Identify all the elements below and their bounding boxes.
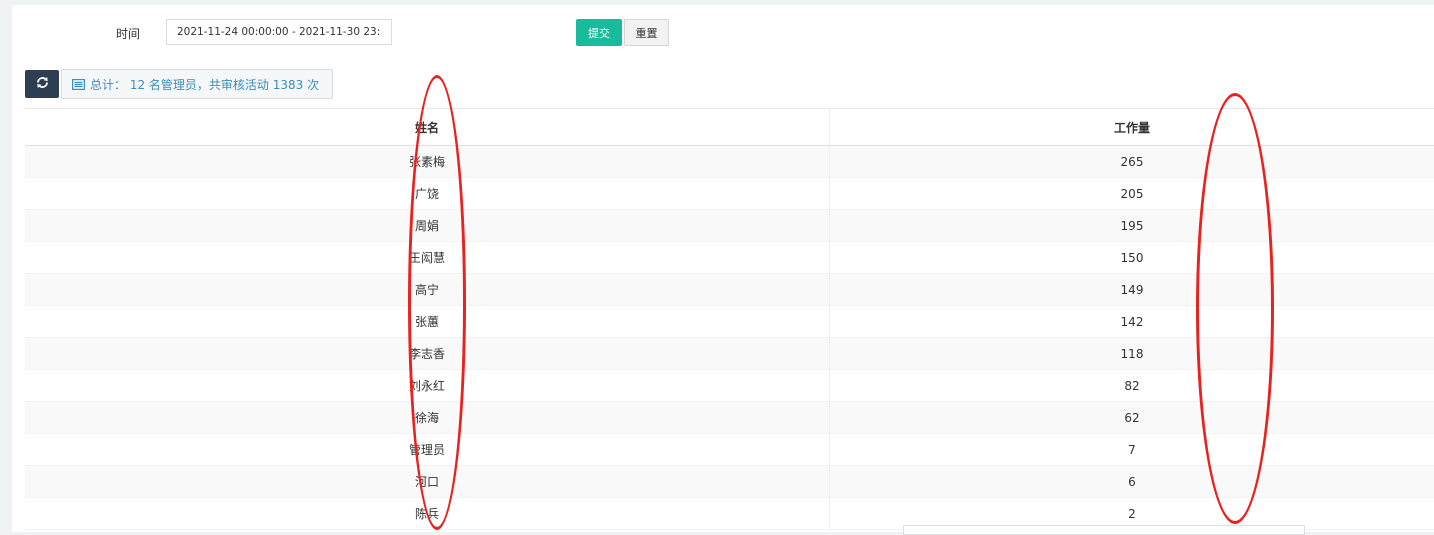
time-label: 时间 [116,27,141,41]
summary-badge: 总计： 12 名管理员，共审核活动 1383 次 [61,69,333,99]
workload-cell: 195 [1120,218,1144,233]
name-cell: 管理员 [25,434,830,465]
name-cell: 刘永红 [25,370,830,401]
table-body: 张素梅 265 广饶 205 周娟 195 王闳慧 150 高宁 149 张蕙 142 李志… [25,146,1434,530]
workload-cell: 149 [1120,282,1144,297]
name-cell: 张素梅 [25,146,830,177]
workload-cell: 118 [1120,346,1144,361]
table-row: 徐海 62 [25,402,1434,434]
workload-cell: 7 [1128,442,1136,457]
table-row: 张蕙 142 [25,306,1434,338]
workload-cell: 265 [1120,154,1144,169]
name-cell: 高宁 [25,274,830,305]
submit-button[interactable]: 提交 [576,19,622,46]
name-cell: 周娟 [25,210,830,241]
name-cell: 王闳慧 [25,242,830,273]
reset-button[interactable]: 重置 [624,19,669,46]
column-header-workload[interactable]: 工作量 [830,109,1434,145]
date-range-input[interactable] [166,19,392,45]
table-row: 王闳慧 150 [25,242,1434,274]
column-header-name[interactable]: 姓名 [25,109,830,145]
workload-cell: 82 [1124,378,1140,393]
workload-cell: 205 [1120,186,1144,201]
table-row: 周娟 195 [25,210,1434,242]
workload-cell: 62 [1124,410,1140,425]
summary-text: 总计： 12 名管理员，共审核活动 1383 次 [90,77,320,92]
table-row: 刘永红 82 [25,370,1434,402]
table-row: 高宁 149 [25,274,1434,306]
name-cell: 广饶 [25,178,830,209]
name-cell: 河口 [25,466,830,497]
name-cell: 陈兵 [25,498,830,529]
workload-table: 姓名 工作量 张素梅 265 广饶 205 周娟 195 王闳慧 150 高宁 149 张… [25,108,1434,530]
popup-edge [903,525,1305,535]
content-panel: 时间 提交 重置 总计： 12 名管理员，共审核活动 1383 次 姓名 [12,5,1434,532]
table-header: 姓名 工作量 [25,109,1434,146]
workload-cell: 150 [1120,250,1144,265]
workload-cell: 142 [1120,314,1144,329]
table-row: 李志香 118 [25,338,1434,370]
refresh-icon [36,76,49,92]
table-row: 张素梅 265 [25,146,1434,178]
list-icon [72,78,85,90]
table-row: 河口 6 [25,466,1434,498]
table-row: 广饶 205 [25,178,1434,210]
workload-cell: 6 [1128,474,1136,489]
name-cell: 徐海 [25,402,830,433]
name-cell: 李志香 [25,338,830,369]
table-row: 管理员 7 [25,434,1434,466]
refresh-button[interactable] [25,70,59,98]
name-cell: 张蕙 [25,306,830,337]
